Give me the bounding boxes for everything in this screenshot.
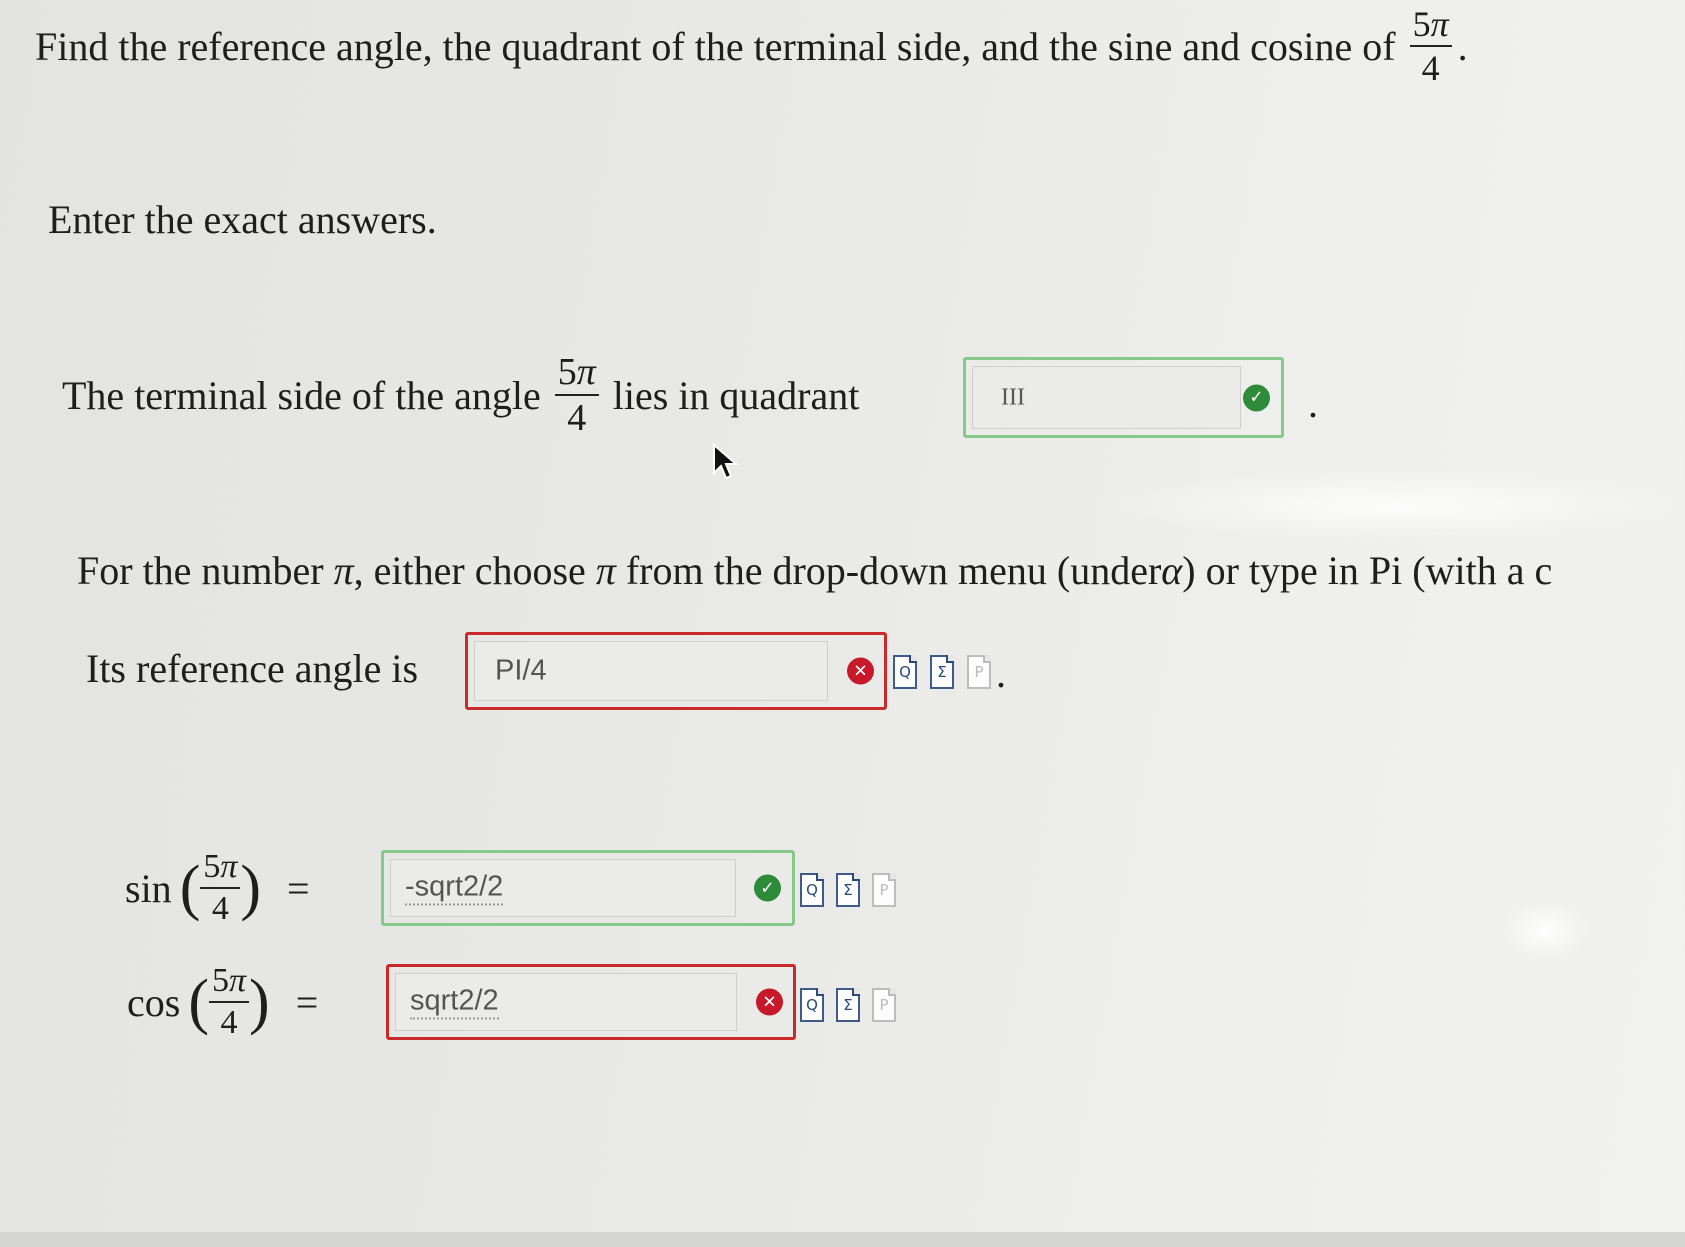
sin-input[interactable]: -sqrt2/2	[390, 859, 736, 917]
cos-equals: =	[295, 979, 319, 1025]
sin-angle-fraction: 5π 4	[200, 848, 241, 927]
cos-angle-numerator: 5	[211, 962, 229, 999]
quadrant-input[interactable]: III	[972, 366, 1241, 429]
pi-hint-pi1: π	[333, 548, 354, 593]
sin-func: sin	[125, 865, 172, 911]
sin-answer-box[interactable]: -sqrt2/2 ✓	[381, 850, 795, 926]
cos-input-value: sqrt2/2	[410, 985, 499, 1020]
x-circle-icon: ✕	[847, 657, 874, 685]
sin-expression: sin ( 5π 4 ) =	[125, 848, 310, 927]
pi-hint: For the number π, either choose π from t…	[77, 547, 1552, 594]
reference-angle-label: Its reference angle is	[86, 646, 419, 691]
quadrant-label-after: lies in quadrant	[612, 372, 860, 418]
pi-hint-part4: ) or type in Pi (with a c	[1182, 548, 1553, 593]
reference-angle-answer-box[interactable]: PI/4 ✕	[465, 632, 887, 710]
check-circle-icon: ✓	[754, 874, 781, 902]
preview-answer-icon[interactable]: Q	[800, 988, 824, 1022]
question-line: Find the reference angle, the quadrant o…	[35, 0, 1468, 92]
screen-glare	[1100, 470, 1685, 540]
quadrant-label-before: The terminal side of the angle	[62, 372, 541, 418]
pi-hint-alpha: α	[1161, 548, 1183, 593]
equation-editor-icon[interactable]: Σ	[836, 988, 860, 1022]
quadrant-angle-fraction: 5π 4	[554, 351, 599, 439]
screen-bottom-edge	[0, 1232, 1685, 1247]
reference-angle-input-value: PI/4	[495, 654, 547, 687]
quadrant-end: .	[1308, 381, 1318, 426]
file-icon[interactable]: P	[872, 988, 896, 1022]
question-end: .	[1457, 23, 1468, 69]
question-angle-fraction: 5π 4	[1409, 4, 1452, 88]
cos-angle-pi: π	[228, 962, 247, 999]
cos-input[interactable]: sqrt2/2	[395, 973, 737, 1031]
quadrant-input-value: III	[1001, 384, 1025, 410]
cos-expression: cos ( 5π 4 ) =	[127, 962, 319, 1041]
question-angle-numerator: 5	[1412, 4, 1431, 44]
cos-func: cos	[127, 979, 181, 1025]
file-icon[interactable]: P	[967, 655, 991, 689]
file-icon[interactable]: P	[872, 873, 896, 907]
pi-hint-part1: For the number	[77, 548, 324, 593]
quadrant-angle-numerator: 5	[557, 351, 577, 393]
cos-angle-fraction: 5π 4	[208, 962, 250, 1041]
sin-angle-pi: π	[220, 848, 238, 885]
pi-hint-part2: , either choose	[353, 548, 586, 593]
mouse-pointer-icon	[713, 443, 738, 480]
reference-angle-end: .	[996, 651, 1006, 696]
reference-angle-input[interactable]: PI/4	[474, 641, 828, 701]
equation-editor-icon[interactable]: Σ	[836, 873, 860, 907]
cos-answer-box[interactable]: sqrt2/2 ✕	[386, 964, 796, 1040]
check-circle-icon: ✓	[1243, 384, 1270, 411]
quadrant-angle-pi: π	[576, 351, 596, 393]
question-text: Find the reference angle, the quadrant o…	[35, 23, 1396, 69]
quadrant-row: The terminal side of the angle 5π 4 lies…	[62, 352, 859, 438]
preview-answer-icon[interactable]: Q	[800, 873, 824, 907]
screen-glare-spot	[1500, 900, 1590, 960]
x-circle-icon: ✕	[756, 988, 783, 1016]
question-angle-pi: π	[1430, 4, 1449, 44]
quadrant-answer-box[interactable]: III ✓	[963, 357, 1284, 438]
instructions: Enter the exact answers.	[48, 197, 437, 242]
pi-hint-part3: from the drop-down menu (under	[625, 548, 1162, 593]
equation-editor-icon[interactable]: Σ	[930, 655, 954, 689]
question-angle-denominator: 4	[1421, 48, 1440, 88]
sin-equals: =	[287, 865, 310, 911]
preview-answer-icon[interactable]: Q	[893, 655, 917, 689]
sin-input-value: -sqrt2/2	[405, 871, 504, 906]
quadrant-angle-denominator: 4	[567, 397, 587, 439]
sin-angle-numerator: 5	[203, 848, 221, 885]
sin-angle-denominator: 4	[211, 890, 229, 927]
cos-angle-denominator: 4	[220, 1004, 238, 1041]
pi-hint-pi2: π	[595, 548, 616, 593]
